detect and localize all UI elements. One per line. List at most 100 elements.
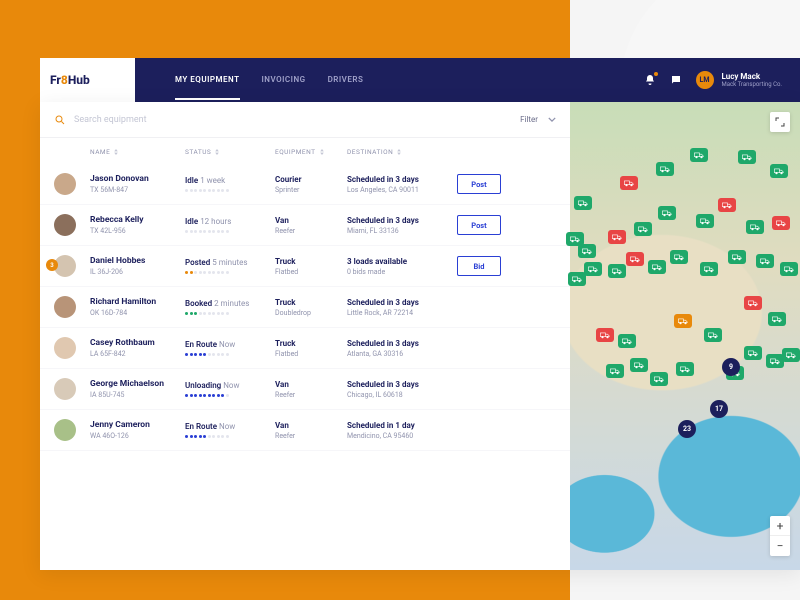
map-pin[interactable] (596, 328, 614, 342)
map-pin[interactable] (738, 150, 756, 164)
equipment-sub: Sprinter (275, 186, 347, 194)
post-button[interactable]: Post (457, 174, 501, 194)
schedule-label: Scheduled in 3 days (347, 339, 457, 348)
map-pin[interactable] (658, 206, 676, 220)
map-pin[interactable] (620, 176, 638, 190)
sort-icon (113, 149, 119, 155)
map-pin[interactable] (608, 264, 626, 278)
map-pin[interactable] (744, 296, 762, 310)
map-pin[interactable] (704, 328, 722, 342)
map-pin[interactable] (756, 254, 774, 268)
map-cluster[interactable]: 23 (678, 420, 696, 438)
driver-plate: WA 46O-126 (90, 432, 185, 440)
equipment-type: Truck (275, 257, 347, 266)
table-row[interactable]: Jenny CameronWA 46O-126En Route NowVanRe… (40, 410, 570, 451)
equipment-sub: Flatbed (275, 350, 347, 358)
map-pin[interactable] (772, 216, 790, 230)
map-pin[interactable] (656, 162, 674, 176)
map-pin[interactable] (674, 314, 692, 328)
map-pin[interactable] (700, 262, 718, 276)
user-menu[interactable]: LM Lucy Mack Mack Transporting Co. (696, 71, 782, 89)
map-pin[interactable] (630, 358, 648, 372)
messages-icon[interactable] (670, 74, 682, 86)
progress-dots (185, 271, 275, 274)
notifications-icon[interactable] (644, 74, 656, 86)
zoom-out-button[interactable]: − (770, 536, 790, 556)
map-pin[interactable] (744, 346, 762, 360)
destination-label: Mendicino, CA 95460 (347, 432, 457, 440)
equipment-sub: Reefer (275, 432, 347, 440)
progress-dots (185, 394, 275, 397)
user-company: Mack Transporting Co. (722, 81, 782, 88)
map-pin[interactable] (578, 244, 596, 258)
map-pin[interactable] (584, 262, 602, 276)
destination-label: Little Rock, AR 72214 (347, 309, 457, 317)
map-pin[interactable] (648, 260, 666, 274)
progress-dots (185, 312, 275, 315)
app-window: Fr8Hub MY EQUIPMENTINVOICINGDRIVERS LM L… (40, 58, 800, 570)
expand-map-button[interactable] (770, 112, 790, 132)
map-pin[interactable] (608, 230, 626, 244)
table-row[interactable]: Jason Donovan TX 56M-847Idle 1 weekCourie… (40, 164, 570, 205)
map-pin[interactable] (606, 364, 624, 378)
nav-invoicing[interactable]: INVOICING (262, 75, 306, 100)
equipment-type: Van (275, 421, 347, 430)
nav-my-equipment[interactable]: MY EQUIPMENT (175, 75, 240, 100)
equipment-sub: Doubledrop (275, 309, 347, 317)
map-pin[interactable] (768, 312, 786, 326)
bid-button[interactable]: Bid (457, 256, 501, 276)
table-row[interactable]: Rebecca KellyTX 42L-956Idle 12 hoursVanR… (40, 205, 570, 246)
map-pin[interactable] (670, 250, 688, 264)
header: Fr8Hub MY EQUIPMENTINVOICINGDRIVERS LM L… (40, 58, 800, 102)
map-pin[interactable] (696, 214, 714, 228)
status-label: En Route Now (185, 340, 275, 349)
map-pin[interactable] (770, 164, 788, 178)
status-label: Booked 2 minutes (185, 299, 275, 308)
driver-plate: TX 56M-847 (90, 186, 185, 194)
progress-dots (185, 353, 275, 356)
equipment-type: Courier (275, 175, 347, 184)
col-status[interactable]: STATUS (185, 148, 275, 156)
driver-name: Casey Rothbaum (90, 338, 185, 348)
table-row[interactable]: Richard HamiltonOK 16D-784Booked 2 minut… (40, 287, 570, 328)
map-cluster[interactable]: 17 (710, 400, 728, 418)
status-label: Idle 1 week (185, 176, 275, 185)
map-pin[interactable] (618, 334, 636, 348)
map-pin[interactable] (676, 362, 694, 376)
destination-label: Miami, FL 33136 (347, 227, 457, 235)
driver-avatar (54, 214, 76, 236)
map-pin[interactable] (718, 198, 736, 212)
driver-avatar (54, 337, 76, 359)
map-pin[interactable] (728, 250, 746, 264)
table-header: NAME STATUS EQUIPMENT DESTINATION (40, 138, 570, 164)
search-input[interactable] (74, 115, 520, 125)
map-pin[interactable] (574, 196, 592, 210)
driver-avatar (54, 378, 76, 400)
nav-drivers[interactable]: DRIVERS (328, 75, 364, 100)
map-pin[interactable] (690, 148, 708, 162)
table-row[interactable]: Casey RothbaumLA 65F-842En Route NowTruc… (40, 328, 570, 369)
map-pin[interactable] (626, 252, 644, 266)
table-row[interactable]: Daniel HobbesIL 36J-206Posted 5 minutesT… (40, 246, 570, 287)
map-pin[interactable] (780, 262, 798, 276)
equipment-sub: Reefer (275, 391, 347, 399)
zoom-in-button[interactable]: + (770, 516, 790, 536)
col-name[interactable]: NAME (90, 148, 185, 156)
map-pin[interactable] (746, 220, 764, 234)
driver-name: Jason Donovan (90, 174, 185, 184)
map-cluster[interactable]: 9 (722, 358, 740, 376)
map-panel[interactable]: 9 17 23 + − (570, 102, 800, 570)
progress-dots (185, 435, 275, 438)
filter-dropdown[interactable]: Filter (520, 115, 556, 124)
col-destination[interactable]: DESTINATION (347, 148, 457, 156)
map-pin[interactable] (634, 222, 652, 236)
chevron-down-icon (548, 117, 556, 122)
driver-avatar (54, 255, 76, 277)
schedule-label: Scheduled in 3 days (347, 298, 457, 307)
table-row[interactable]: George MichaelsonIA 85U-745Unloading Now… (40, 369, 570, 410)
col-equipment[interactable]: EQUIPMENT (275, 148, 347, 156)
map-pin[interactable] (650, 372, 668, 386)
post-button[interactable]: Post (457, 215, 501, 235)
map-pin[interactable] (782, 348, 800, 362)
sort-icon (319, 149, 325, 155)
